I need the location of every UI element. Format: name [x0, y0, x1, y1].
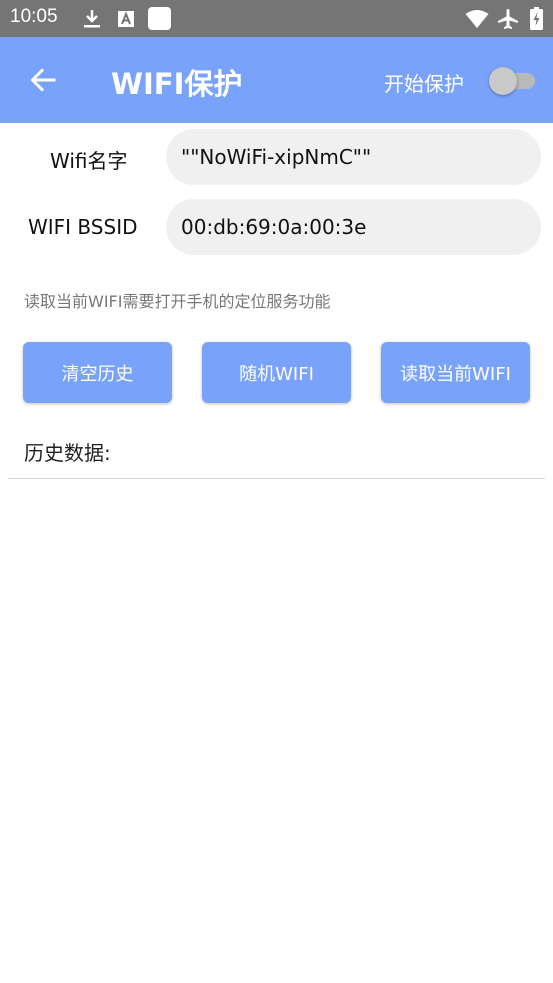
page-title: WIFI保护: [111, 67, 243, 101]
history-label: 历史数据:: [24, 441, 111, 465]
font-icon: [116, 7, 136, 30]
location-hint: 读取当前WIFI需要打开手机的定位服务功能: [24, 292, 331, 311]
battery-charging-icon: [528, 7, 544, 30]
read-current-wifi-button[interactable]: 读取当前WIFI: [381, 342, 530, 403]
wifi-name-input[interactable]: ""NoWiFi-xipNmC"": [166, 129, 541, 185]
random-wifi-button[interactable]: 随机WIFI: [202, 342, 351, 403]
arrow-back-icon: [30, 68, 56, 92]
back-button[interactable]: [24, 61, 62, 99]
wifi-icon: [464, 7, 490, 30]
bssid-input[interactable]: 00:db:69:0a:00:3e: [166, 199, 541, 255]
airplane-icon: [496, 7, 520, 30]
notification-square-icon: [147, 7, 171, 30]
status-bar: 10:05: [0, 0, 553, 37]
bssid-label: WIFI BSSID: [28, 215, 138, 239]
protect-toggle-label: 开始保护: [384, 72, 464, 96]
wifi-name-label: Wifi名字: [50, 149, 128, 173]
toggle-thumb: [489, 67, 517, 95]
download-icon: [82, 7, 102, 30]
protect-toggle[interactable]: [489, 67, 535, 95]
status-time: 10:05: [10, 6, 58, 27]
app-bar: WIFI保护 开始保护: [0, 37, 553, 123]
clear-history-button[interactable]: 清空历史: [23, 342, 172, 403]
history-list[interactable]: [0, 479, 553, 983]
